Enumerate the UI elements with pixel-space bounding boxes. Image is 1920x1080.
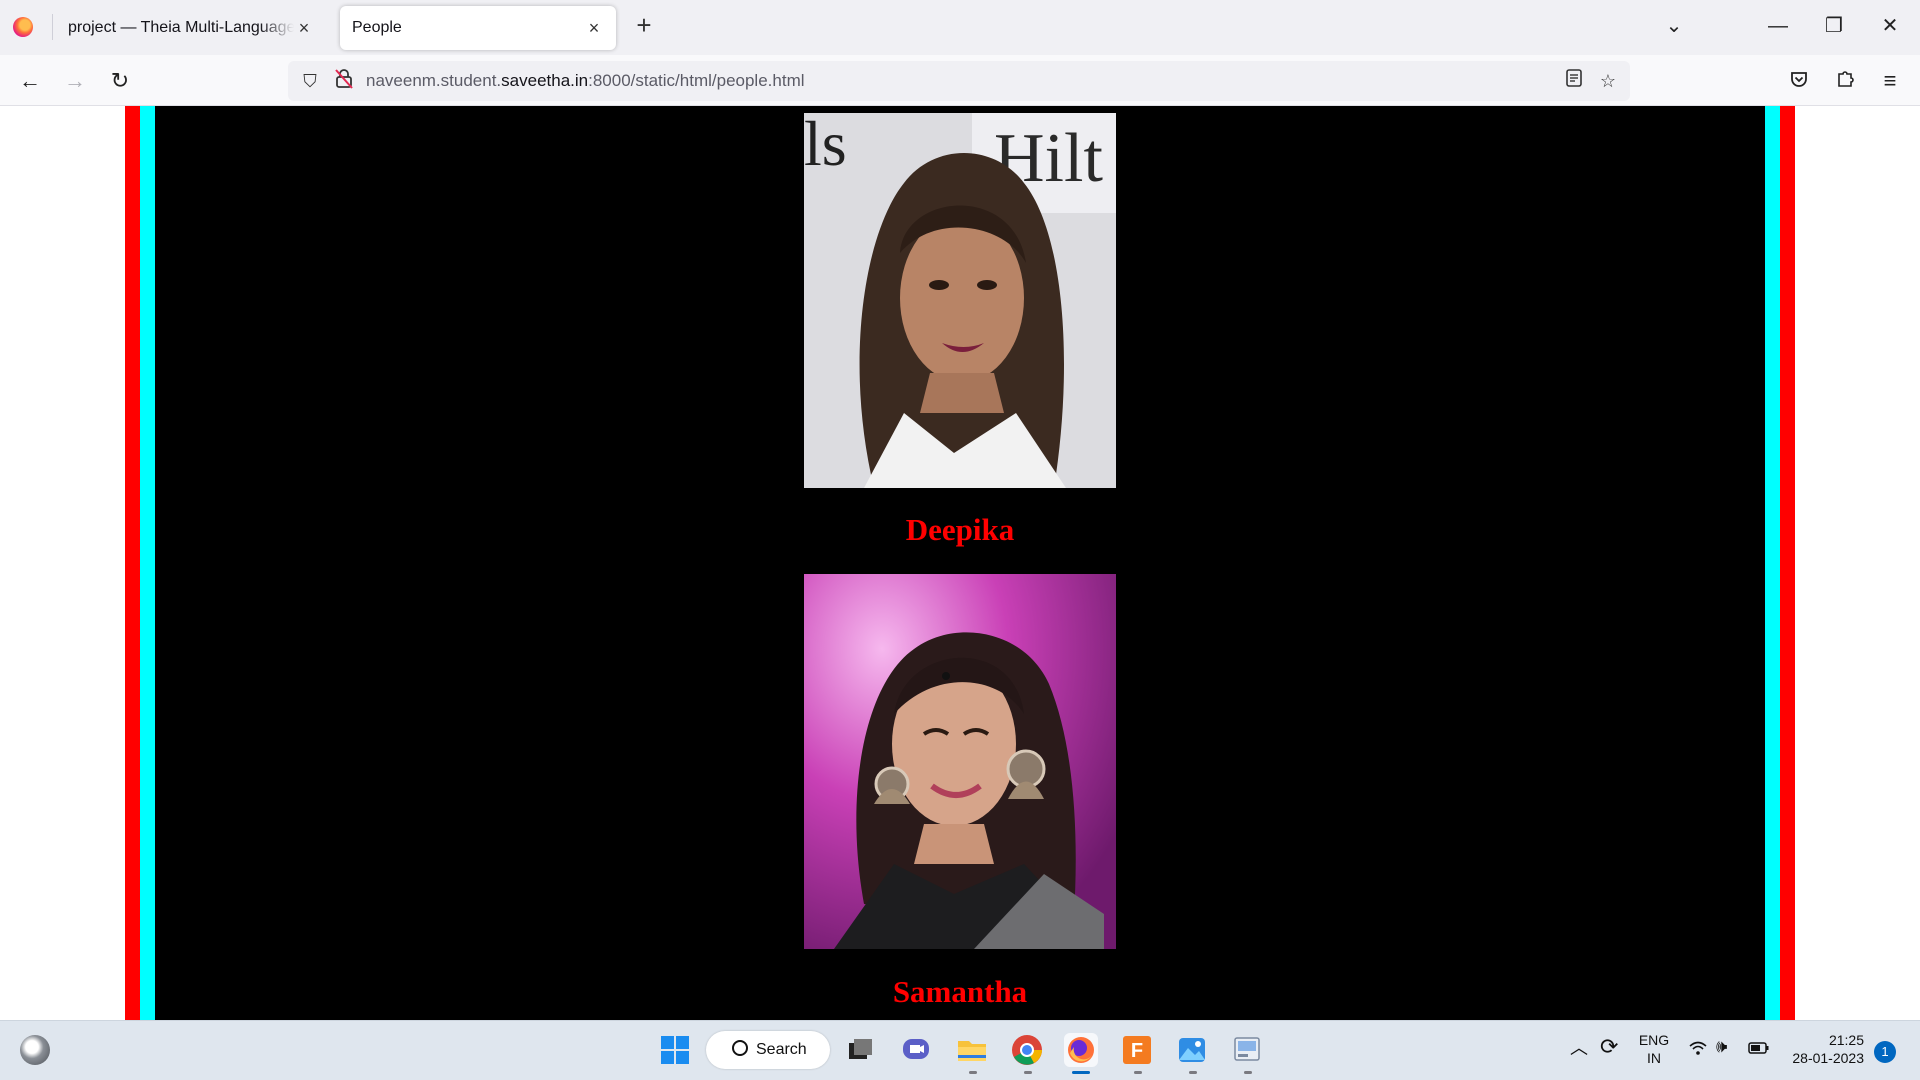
- tab-people[interactable]: People ×: [340, 6, 616, 50]
- tab-separator: [52, 14, 53, 40]
- wifi-icon[interactable]: [1688, 1039, 1708, 1062]
- url-suffix: :8000/static/html/people.html: [588, 71, 805, 90]
- clock-time: 21:25: [1828, 1032, 1864, 1048]
- close-tab-icon[interactable]: ×: [294, 18, 314, 39]
- svg-text:F: F: [1131, 1040, 1143, 1062]
- tab-title: project — Theia Multi-Language Ex: [68, 19, 294, 36]
- notification-badge[interactable]: 1: [1874, 1041, 1896, 1063]
- battery-icon[interactable]: [1748, 1041, 1770, 1059]
- running-indicator: [1189, 1071, 1197, 1074]
- show-hidden-icons-chevron-icon[interactable]: ︿: [1570, 1039, 1588, 1057]
- running-indicator: [1134, 1071, 1142, 1074]
- running-indicator: [1244, 1071, 1252, 1074]
- tab-bar: project — Theia Multi-Language Ex × Peop…: [0, 0, 1920, 55]
- navigation-toolbar: ← → ↻ ⛉ naveenm.student.saveetha.in:8000…: [0, 55, 1920, 106]
- close-window-button[interactable]: ✕: [1876, 12, 1904, 40]
- back-arrow-icon[interactable]: ←: [14, 65, 46, 97]
- windows-taskbar: Search F ︿ ⟳ ENG IN 🕪 21:25 28-01-2023 1: [0, 1020, 1920, 1080]
- new-tab-button[interactable]: +: [630, 12, 658, 40]
- tab-title: People: [352, 19, 402, 36]
- taskbar-search-button[interactable]: Search: [706, 1031, 830, 1069]
- person-name: Samantha: [892, 974, 1028, 1009]
- person-name: Deepika: [905, 512, 1015, 547]
- start-windows-icon[interactable]: [658, 1033, 692, 1067]
- reload-icon[interactable]: ↻: [104, 65, 136, 97]
- forward-arrow-icon[interactable]: →: [59, 65, 91, 97]
- search-icon: [732, 1040, 748, 1056]
- tab-list-icon[interactable]: ⌄: [1660, 12, 1688, 40]
- widgets-icon[interactable]: [20, 1035, 50, 1065]
- minimize-button[interactable]: —: [1764, 12, 1792, 40]
- active-indicator: [1072, 1071, 1090, 1074]
- insecure-lock-icon[interactable]: [332, 69, 356, 93]
- chrome-icon[interactable]: [1010, 1033, 1044, 1067]
- control-panel-icon[interactable]: [1230, 1033, 1264, 1067]
- language-line1: ENG: [1638, 1032, 1670, 1048]
- running-indicator: [1024, 1071, 1032, 1074]
- page-viewport: ls Hilt Deepika Samantha: [0, 106, 1920, 1020]
- fusion-360-icon[interactable]: F: [1120, 1033, 1154, 1067]
- firefox-taskbar-icon[interactable]: [1064, 1033, 1098, 1067]
- url-prefix: naveenm.student.: [366, 71, 502, 90]
- file-explorer-icon[interactable]: [955, 1033, 989, 1067]
- pocket-icon[interactable]: [1783, 65, 1815, 97]
- firefox-logo-icon[interactable]: [13, 17, 33, 37]
- volume-icon[interactable]: 🕪: [1716, 1037, 1727, 1055]
- running-indicator: [969, 1071, 977, 1074]
- language-line2: IN: [1647, 1050, 1661, 1066]
- sync-icon[interactable]: ⟳: [1600, 1036, 1618, 1058]
- extensions-icon[interactable]: [1829, 65, 1861, 97]
- close-tab-icon[interactable]: ×: [584, 18, 604, 39]
- url-domain: saveetha.in: [501, 71, 589, 90]
- shield-icon[interactable]: ⛉: [298, 69, 322, 93]
- person-photo-samantha: [804, 574, 1116, 949]
- svg-text:ls: ls: [804, 113, 847, 179]
- search-label: Search: [756, 1041, 807, 1058]
- photos-icon[interactable]: [1175, 1033, 1209, 1067]
- tab-project[interactable]: project — Theia Multi-Language Ex ×: [56, 6, 326, 50]
- clock-date: 28-01-2023: [1792, 1050, 1864, 1066]
- menu-hamburger-icon[interactable]: ≡: [1874, 65, 1906, 97]
- task-view-icon[interactable]: [843, 1033, 877, 1067]
- language-indicator[interactable]: ENG IN: [1636, 1031, 1672, 1067]
- address-bar[interactable]: ⛉ naveenm.student.saveetha.in:8000/stati…: [288, 61, 1630, 101]
- url-text[interactable]: naveenm.student.saveetha.in:8000/static/…: [366, 71, 805, 91]
- clock[interactable]: 21:25 28-01-2023: [1784, 1031, 1864, 1067]
- person-photo-deepika: ls Hilt: [804, 113, 1116, 488]
- teams-chat-icon[interactable]: [899, 1033, 933, 1067]
- reader-view-icon[interactable]: [1562, 69, 1586, 93]
- restore-button[interactable]: ❐: [1820, 12, 1848, 40]
- bookmark-star-icon[interactable]: ☆: [1596, 69, 1620, 93]
